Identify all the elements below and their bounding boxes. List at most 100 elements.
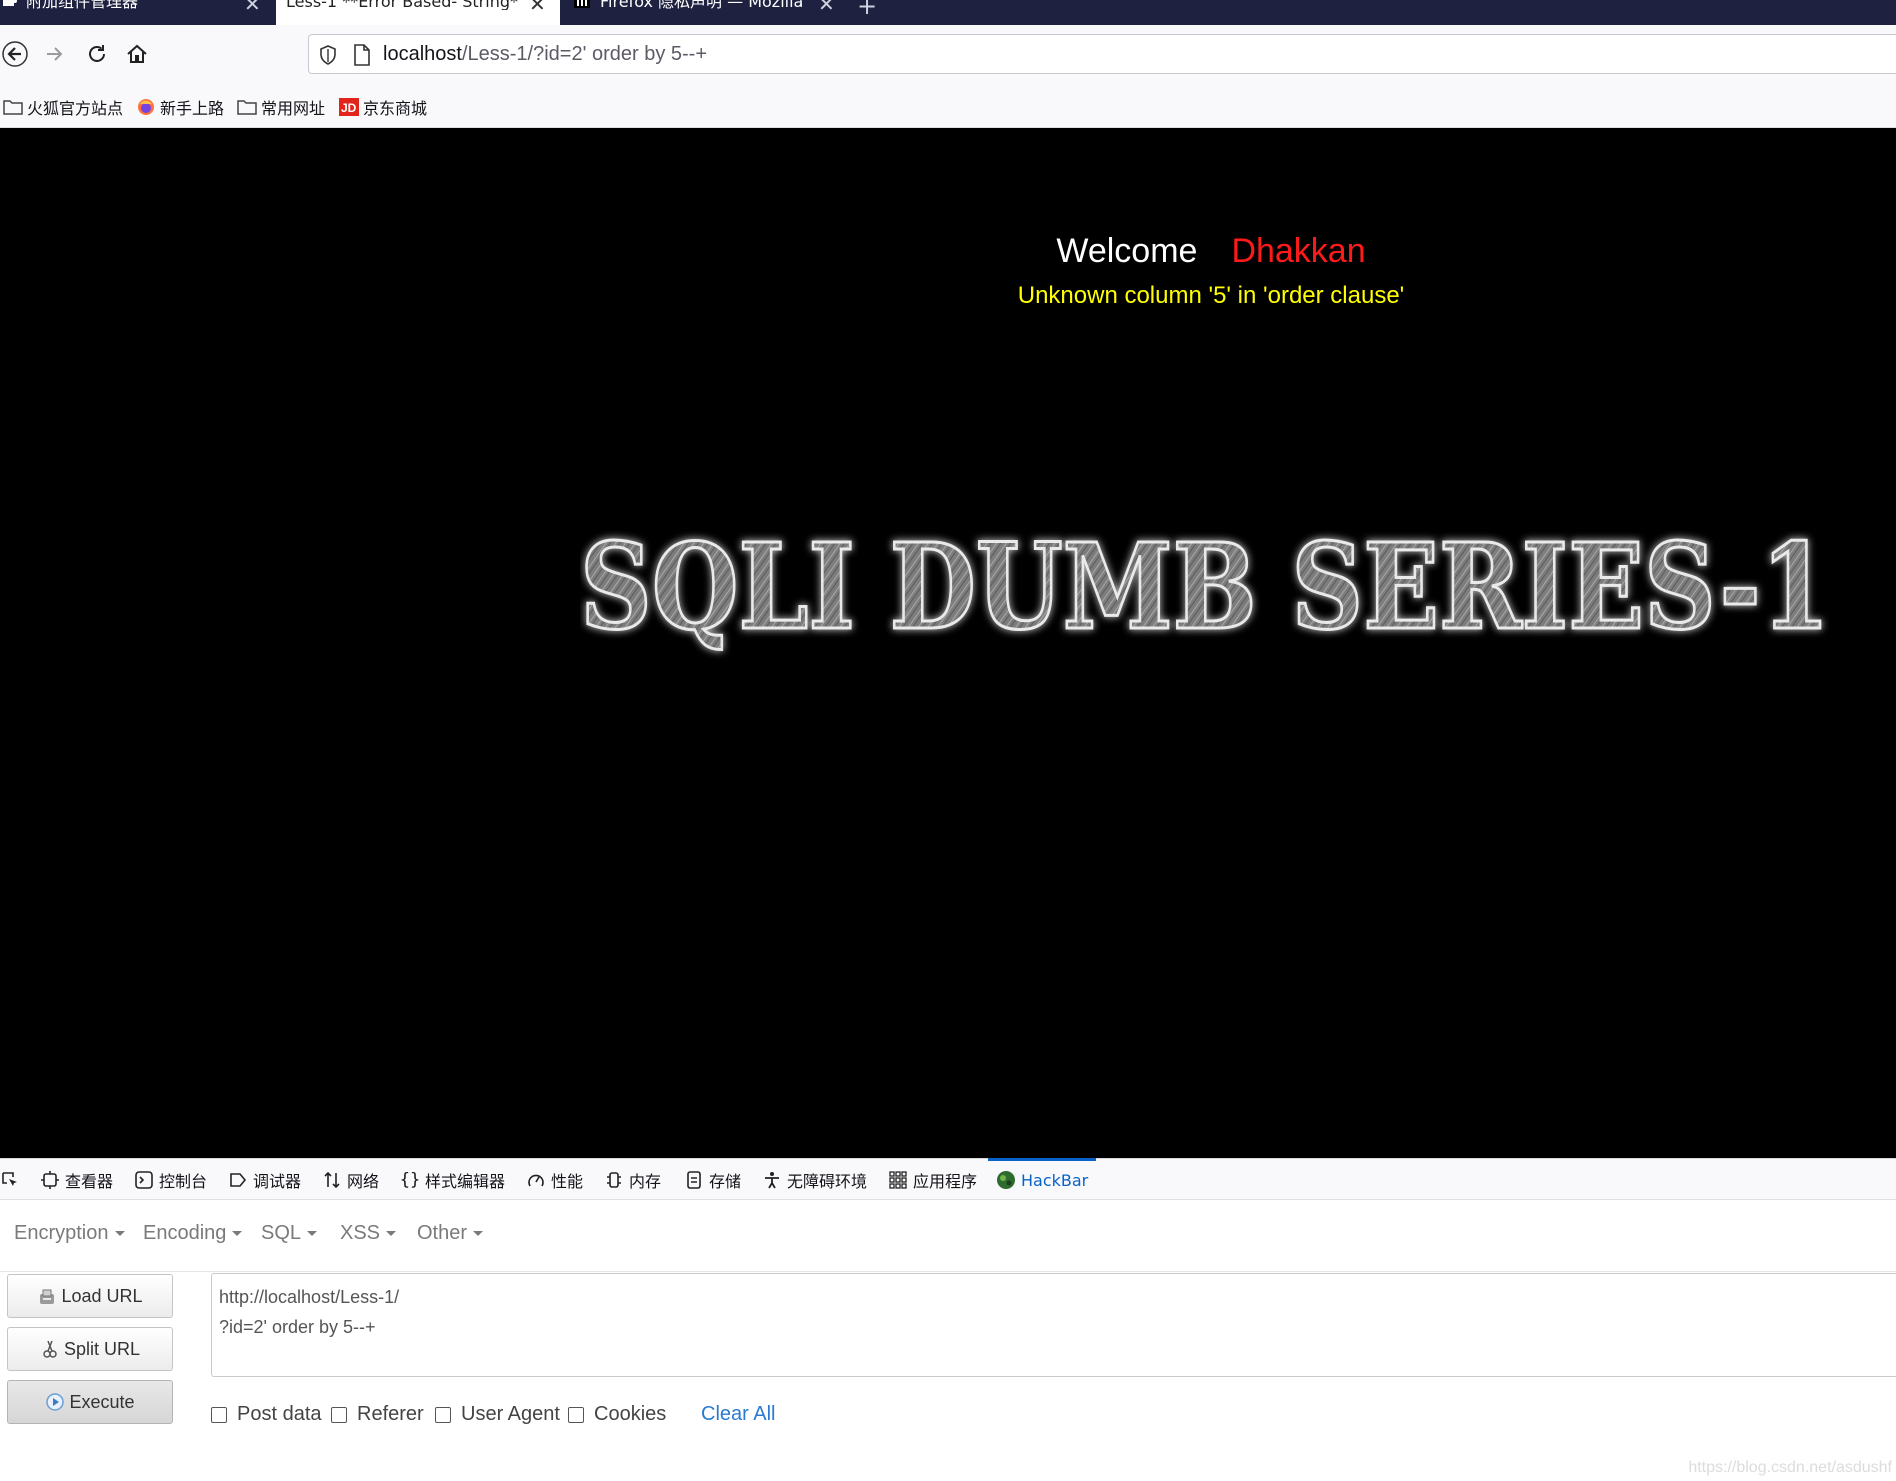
url-text[interactable]: localhost/Less-1/?id=2' order by 5--+ (383, 43, 707, 66)
checkbox-box[interactable] (211, 1406, 227, 1423)
tab-label: 无障碍环境 (787, 1172, 868, 1191)
execute-button[interactable]: Execute (7, 1380, 173, 1424)
play-icon (46, 1393, 65, 1411)
active-tab-indicator (988, 1158, 1096, 1161)
tab-hackbar[interactable]: HackBar (996, 1165, 1088, 1195)
devtools-toolbar: 查看器 控制台 调试器 网络 {} 样式编辑器 性能 内存 存储 无障碍环境 应… (0, 1158, 1896, 1200)
tab-label: 调试器 (253, 1172, 302, 1191)
style-editor-icon: {} (399, 1170, 421, 1190)
forward-arrow-icon (47, 47, 63, 61)
application-icon (888, 1170, 908, 1190)
forward-button[interactable] (40, 39, 70, 69)
network-icon (322, 1170, 342, 1190)
checkbox-box[interactable] (331, 1406, 347, 1423)
close-icon[interactable]: ✕ (818, 0, 835, 14)
pick-element-icon (0, 1170, 20, 1190)
tab-performance[interactable]: 性能 (526, 1165, 583, 1195)
debugger-icon (228, 1170, 248, 1190)
checkbox-label: Referer (357, 1403, 424, 1425)
caret-down-icon (473, 1231, 484, 1237)
tab-label: 控制台 (159, 1172, 208, 1191)
tab-addons-manager[interactable]: 附加组件管理器 ✕ (0, 0, 272, 25)
tab-strip: 附加组件管理器 ✕ Less-1 **Error Based- String**… (0, 0, 1896, 25)
memory-icon (604, 1170, 624, 1190)
console-icon (134, 1170, 154, 1190)
tab-label: 附加组件管理器 (26, 0, 139, 10)
reload-button[interactable] (82, 39, 112, 69)
menu-label: Other (417, 1222, 468, 1244)
sqli-dumb-series-title-image: SQLI DUMB SERIES-1 (580, 516, 1832, 658)
menu-xss[interactable]: XSS (340, 1222, 397, 1245)
clear-all-link[interactable]: Clear All (701, 1403, 775, 1426)
menu-label: Encoding (143, 1222, 227, 1244)
tab-storage[interactable]: 存储 (684, 1165, 741, 1195)
tab-debugger[interactable]: 调试器 (228, 1165, 301, 1195)
menu-label: SQL (261, 1222, 302, 1244)
checkbox-box[interactable] (568, 1406, 584, 1423)
split-url-button[interactable]: Split URL (7, 1327, 173, 1371)
tab-memory[interactable]: 内存 (604, 1165, 661, 1195)
caret-down-icon (232, 1231, 243, 1237)
performance-icon (526, 1170, 546, 1190)
checkbox-label: User Agent (461, 1403, 560, 1425)
watermark-text: https://blog.csdn.net/asdushf (1688, 1459, 1892, 1476)
bookmark-firefox-official[interactable]: 火狐官方站点 (3, 96, 123, 118)
mozilla-icon (574, 0, 590, 8)
new-tab-button[interactable]: + (857, 0, 877, 20)
folder-icon (3, 100, 23, 115)
tab-label: 样式编辑器 (425, 1172, 506, 1191)
welcome-line: Welcome Dhakkan (0, 232, 1896, 271)
tab-less-1[interactable]: Less-1 **Error Based- String** ✕ (276, 0, 560, 25)
firefox-icon (138, 99, 154, 115)
tab-network[interactable]: 网络 (322, 1165, 379, 1195)
cookies-checkbox[interactable]: Cookies (568, 1403, 666, 1426)
inspector-icon (40, 1170, 60, 1190)
button-label: Execute (69, 1391, 135, 1412)
bookmark-label: 常用网址 (261, 99, 326, 118)
bookmarks-toolbar: 火狐官方站点 新手上路 常用网址 JD 京东商城 (0, 83, 1896, 128)
jd-icon: JD (339, 98, 359, 116)
back-button[interactable] (0, 39, 30, 69)
close-icon[interactable]: ✕ (244, 0, 261, 14)
post-data-checkbox[interactable]: Post data (211, 1403, 322, 1426)
tab-application[interactable]: 应用程序 (888, 1165, 977, 1195)
bookmark-getting-started[interactable]: 新手上路 (136, 96, 224, 118)
pick-element-button[interactable] (0, 1165, 25, 1195)
welcome-text: Welcome (1056, 232, 1198, 270)
url-host: localhost (383, 43, 462, 65)
hackbar-panel: Load URL Split URL Execute http://localh… (0, 1272, 1896, 1481)
sql-error-message: Unknown column '5' in 'order clause' (1017, 282, 1405, 309)
page-icon[interactable] (353, 44, 371, 66)
tab-style-editor[interactable]: {} 样式编辑器 (400, 1165, 505, 1195)
tab-accessibility[interactable]: 无障碍环境 (762, 1165, 867, 1195)
menu-label: Encryption (14, 1222, 109, 1244)
accessibility-icon (762, 1170, 782, 1190)
caret-down-icon (307, 1231, 318, 1237)
tab-firefox-privacy[interactable]: Firefox 隐私声明 — Mozilla ✕ (564, 0, 846, 25)
puzzle-icon (3, 0, 17, 6)
checkbox-label: Cookies (594, 1403, 667, 1425)
load-url-button[interactable]: Load URL (7, 1274, 173, 1318)
folder-icon (237, 100, 257, 115)
user-agent-checkbox[interactable]: User Agent (435, 1403, 560, 1426)
tab-console[interactable]: 控制台 (134, 1165, 207, 1195)
menu-encoding[interactable]: Encoding (143, 1222, 243, 1245)
checkbox-label: Post data (237, 1403, 322, 1425)
url-textarea[interactable]: http://localhost/Less-1/ ?id=2' order by… (211, 1273, 1896, 1377)
bookmark-jd-mall[interactable]: JD 京东商城 (339, 96, 427, 118)
menu-encryption[interactable]: Encryption (14, 1222, 125, 1245)
referer-checkbox[interactable]: Referer (331, 1403, 424, 1426)
url-bar[interactable]: localhost/Less-1/?id=2' order by 5--+ (308, 34, 1896, 74)
bookmark-label: 京东商城 (363, 99, 428, 118)
checkbox-box[interactable] (435, 1406, 451, 1423)
menu-sql[interactable]: SQL (261, 1222, 318, 1245)
tab-inspector[interactable]: 查看器 (40, 1165, 113, 1195)
home-button[interactable] (122, 39, 152, 69)
bookmark-common-sites[interactable]: 常用网址 (237, 96, 325, 118)
url-path: /Less-1/?id=2' order by 5--+ (461, 43, 707, 65)
shield-icon[interactable] (319, 45, 337, 65)
load-url-icon (40, 1289, 55, 1304)
menu-other[interactable]: Other (417, 1222, 484, 1245)
close-icon[interactable]: ✕ (529, 0, 546, 14)
back-arrow-icon (2, 41, 28, 67)
